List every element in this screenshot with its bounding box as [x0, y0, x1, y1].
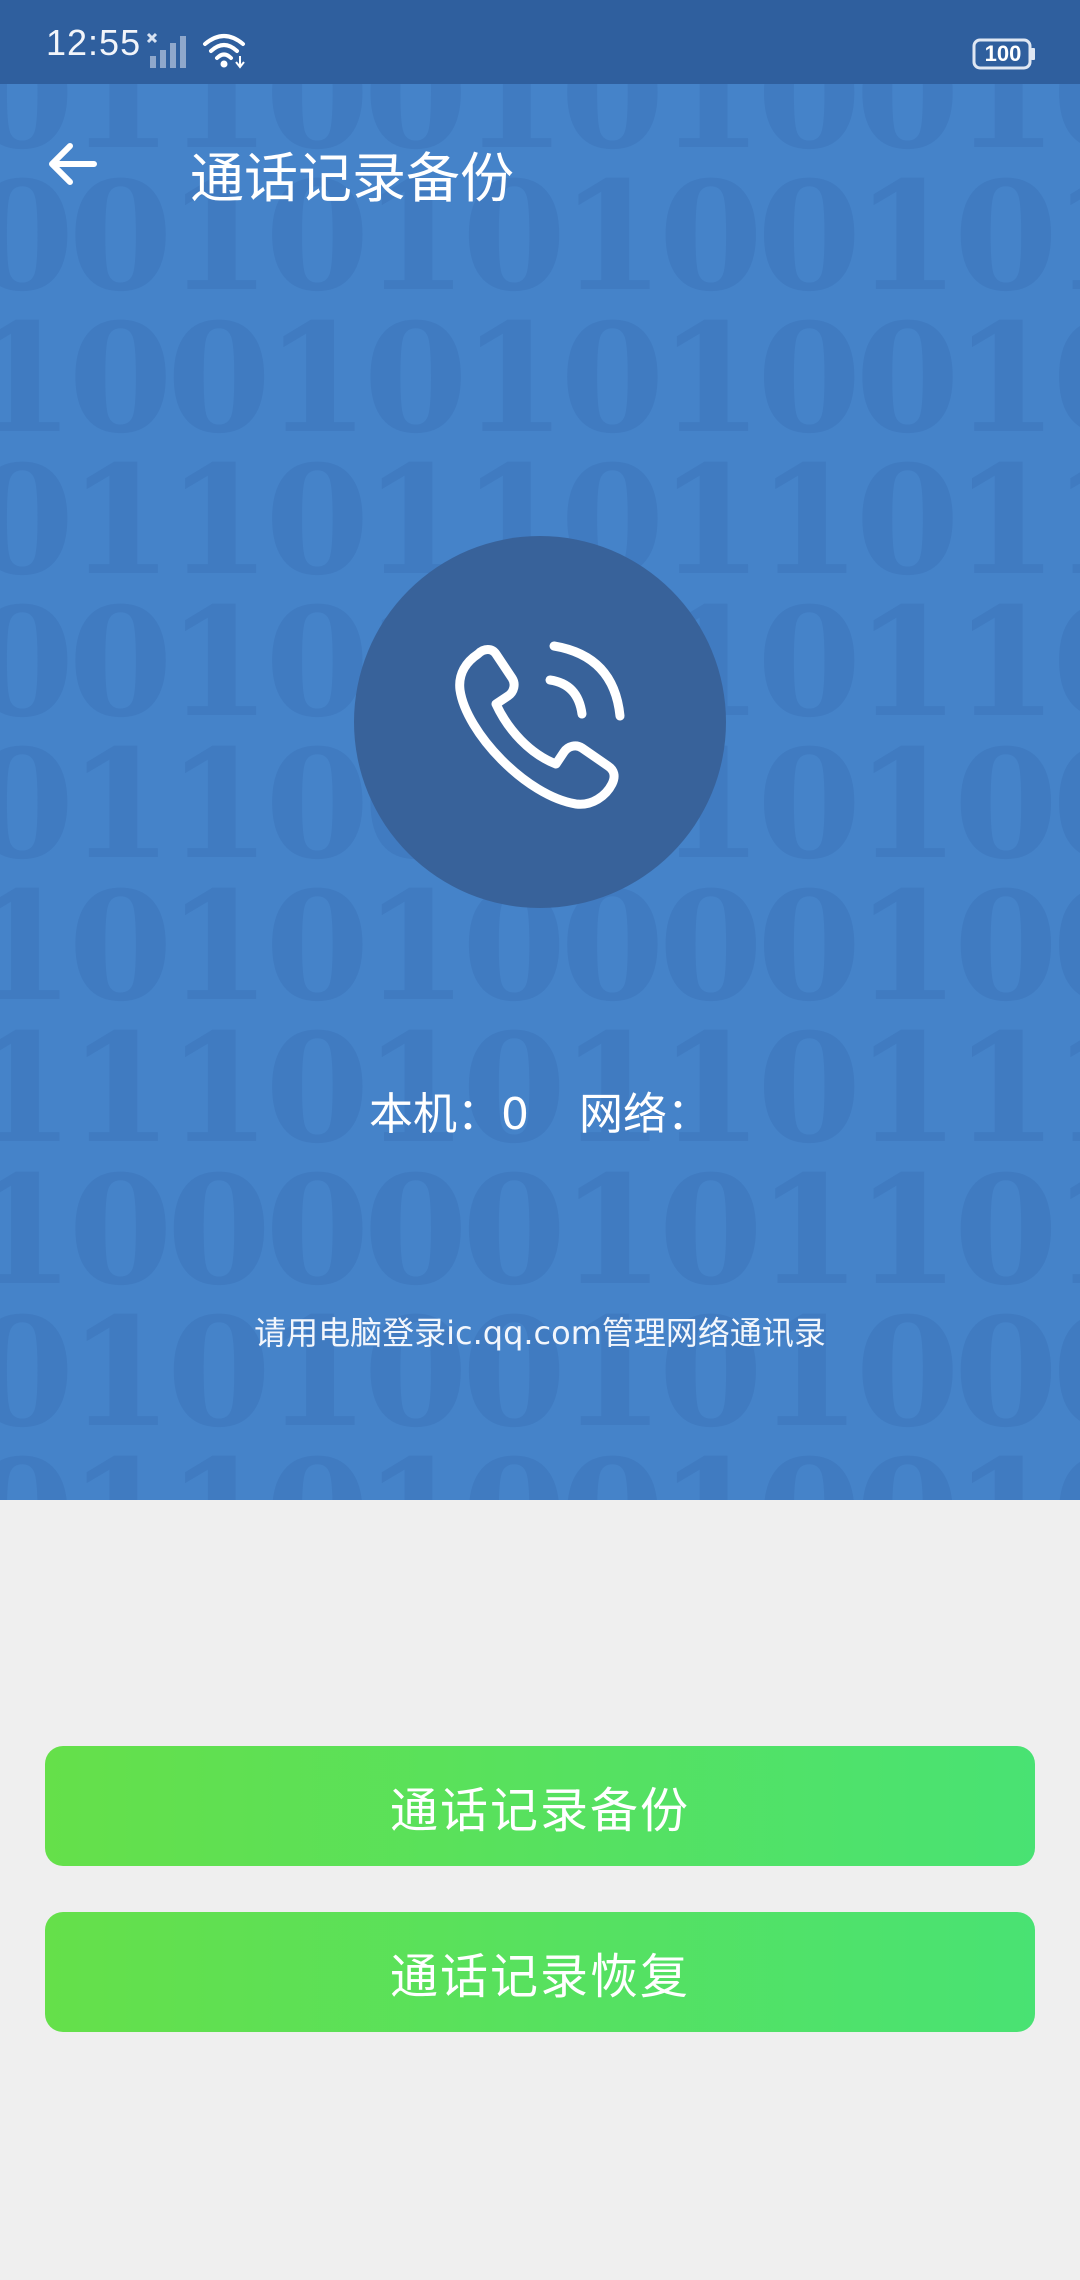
- phone-circle: [354, 536, 726, 908]
- restore-call-log-button[interactable]: 通话记录恢复: [45, 1912, 1035, 2032]
- wifi-icon: [203, 34, 245, 69]
- page-title: 通话记录备份: [190, 147, 514, 210]
- signal-icon: [146, 32, 186, 68]
- phone-call-icon: [455, 641, 625, 809]
- network-label: 网络：: [579, 1089, 711, 1140]
- hint-text: 请用电脑登录ic.qq.com管理网络通讯录: [254, 1314, 826, 1352]
- status-time: 12:55: [46, 22, 142, 63]
- status-bar: 12:55 100: [0, 0, 1080, 84]
- backup-call-log-button[interactable]: 通话记录备份: [45, 1746, 1035, 1866]
- header-banner: 0110010100101011 0010101001010001011 100…: [0, 84, 1080, 1500]
- back-arrow-icon: [49, 143, 97, 185]
- battery-level: 100: [984, 41, 1022, 66]
- local-count: 0: [501, 1089, 529, 1140]
- local-label: 本机：: [369, 1089, 501, 1140]
- contact-counts: 本机：0 网络：: [0, 1078, 1080, 1142]
- back-button[interactable]: [36, 128, 108, 200]
